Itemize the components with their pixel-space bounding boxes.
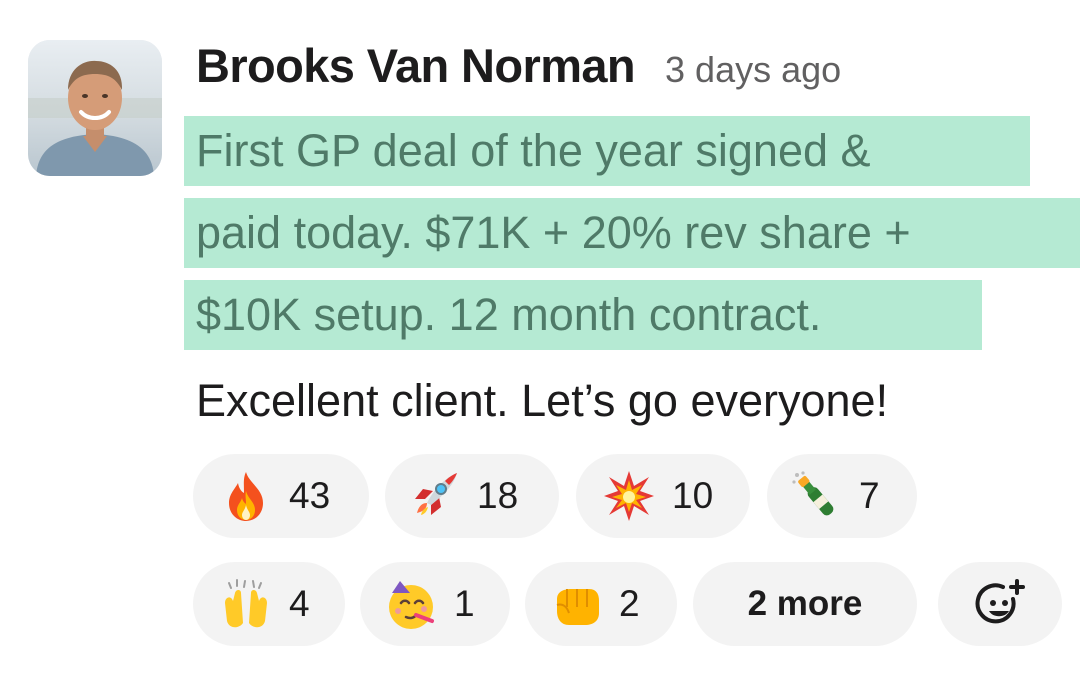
reaction-count: 4 — [289, 583, 310, 624]
reaction-count: 1 — [454, 583, 475, 624]
reaction-collision[interactable]: 10 — [576, 454, 750, 538]
reaction-count: 7 — [859, 475, 880, 516]
reaction-fire[interactable]: 43 — [193, 454, 369, 538]
timestamp[interactable]: 3 days ago — [665, 49, 841, 91]
author-name[interactable]: Brooks Van Norman — [196, 38, 636, 93]
avatar-photo — [28, 40, 162, 176]
message: Brooks Van Norman 3 days ago First GP de… — [0, 0, 1080, 680]
partying-face-emoji-icon — [384, 577, 438, 631]
champagne-emoji-icon — [789, 469, 843, 523]
reaction-rocket[interactable]: 18 — [385, 454, 559, 538]
message-header: Brooks Van Norman 3 days ago — [196, 38, 841, 108]
message-text-line: Excellent client. Let’s go everyone! — [196, 375, 889, 426]
reaction-raised-hands[interactable]: 4 — [193, 562, 345, 646]
collision-emoji-icon — [602, 469, 656, 523]
highlighted-text-line: First GP deal of the year signed & — [184, 116, 1030, 186]
reaction-count: 10 — [672, 475, 714, 516]
reaction-count: 18 — [477, 475, 519, 516]
reaction-count: 43 — [289, 475, 331, 516]
highlighted-text-line: paid today. $71K + 20% rev share + — [184, 198, 1080, 268]
highlighted-text-line: $10K setup. 12 month contract. — [184, 280, 982, 350]
add-reaction-button[interactable] — [938, 562, 1062, 646]
reaction-fist-bump[interactable]: 2 — [525, 562, 677, 646]
fire-emoji-icon — [219, 469, 273, 523]
more-reactions-button[interactable]: 2 more — [693, 562, 917, 646]
reaction-count: 2 — [619, 583, 640, 624]
add-reaction-icon — [973, 577, 1027, 631]
reaction-champagne[interactable]: 7 — [767, 454, 917, 538]
avatar[interactable] — [28, 40, 162, 176]
raised-hands-emoji-icon — [219, 577, 273, 631]
fist-bump-emoji-icon — [549, 577, 603, 631]
rocket-emoji-icon — [407, 469, 461, 523]
reaction-partying-face[interactable]: 1 — [360, 562, 510, 646]
